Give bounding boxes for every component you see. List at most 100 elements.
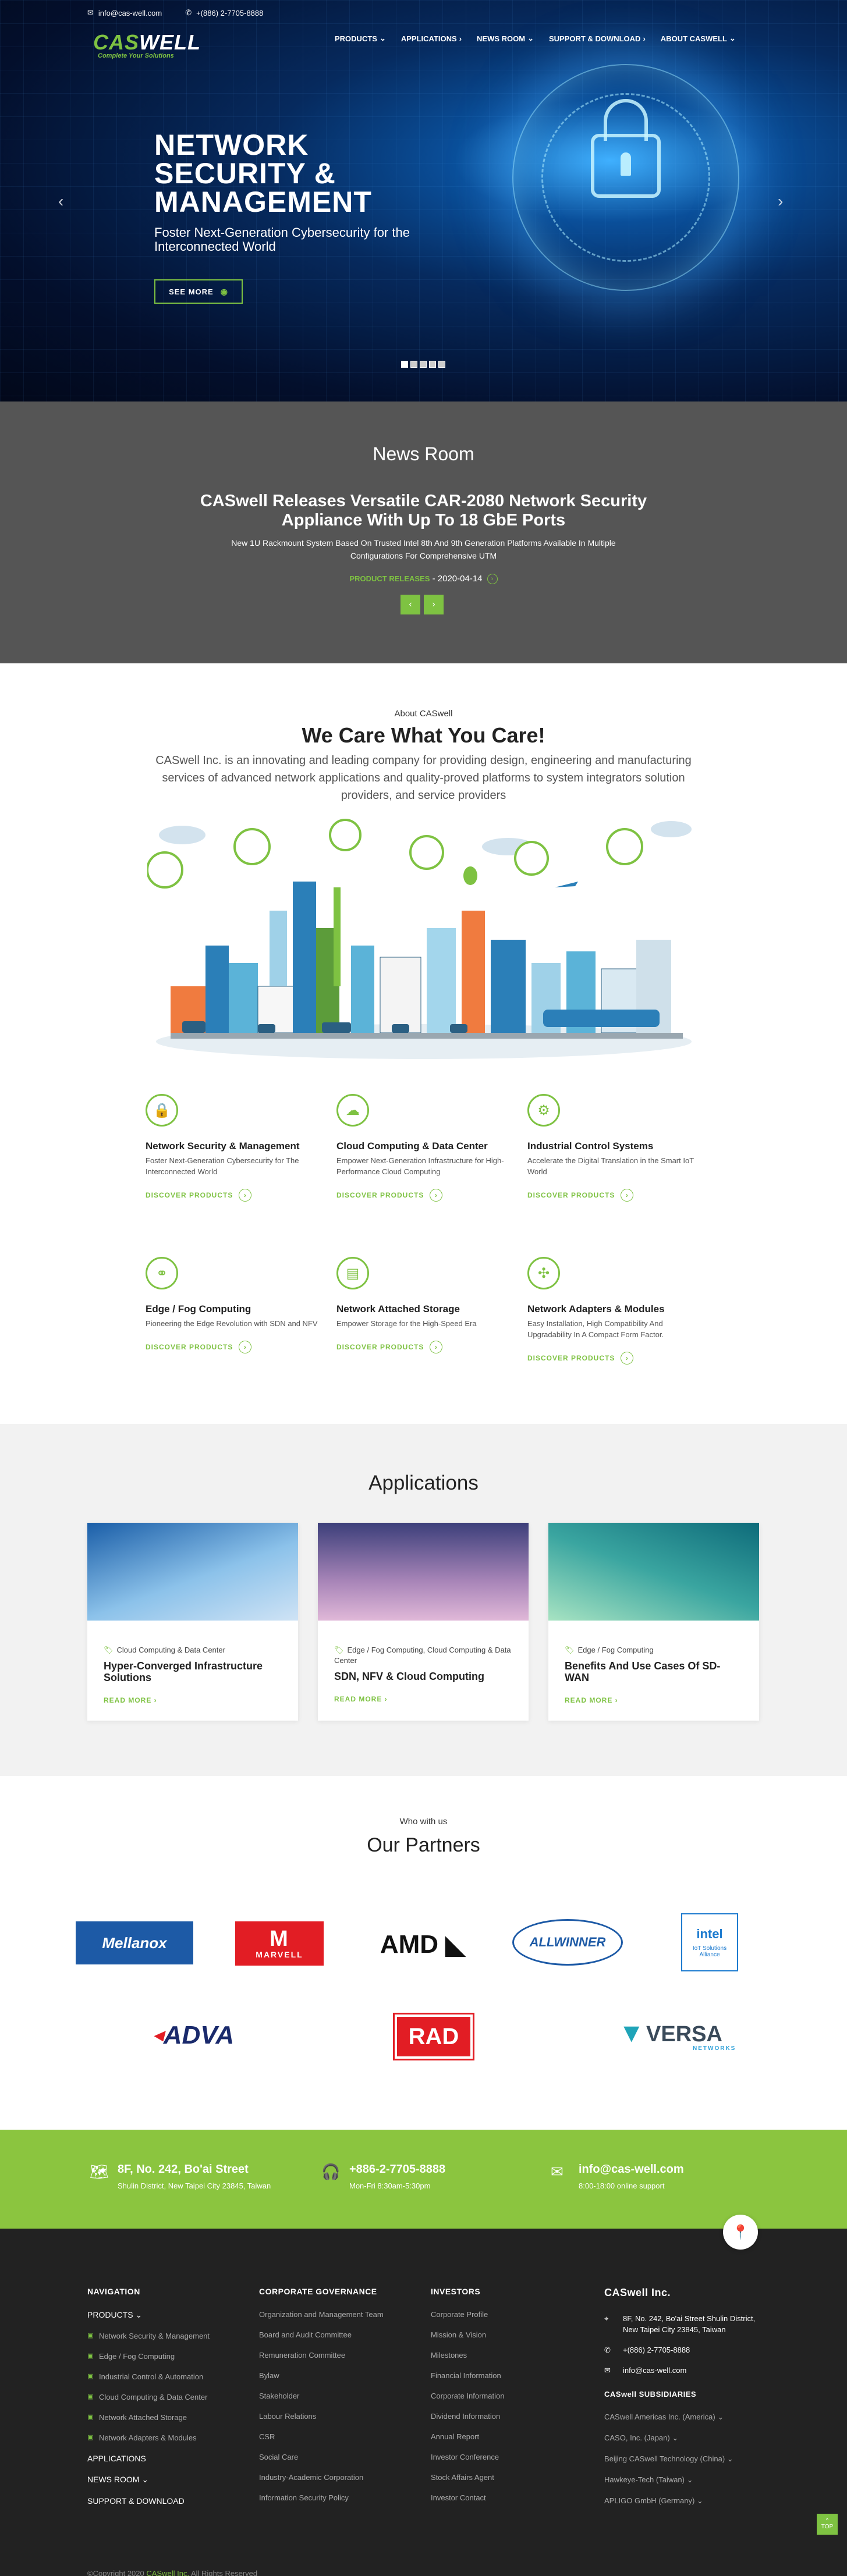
footer-link[interactable]: Dividend Information — [431, 2412, 504, 2421]
partner-logo-amd[interactable]: AMD ◣ — [370, 1927, 475, 1962]
footer-sublink[interactable]: Network Security & Management — [87, 2332, 210, 2340]
footer-link-applications[interactable]: APPLICATIONS — [87, 2454, 210, 2463]
read-more-link[interactable]: READ MORE › — [104, 1696, 282, 1704]
application-card[interactable]: 🏷 Edge / Fog Computing, Cloud Computing &… — [318, 1523, 529, 1721]
slider-dot[interactable] — [401, 361, 408, 368]
footer-link[interactable]: Corporate Profile — [431, 2310, 504, 2319]
footer-link[interactable]: Investor Conference — [431, 2453, 504, 2461]
tag-icon: 🏷 — [104, 1646, 114, 1654]
application-title[interactable]: Benefits And Use Cases Of SD-WAN — [565, 1660, 743, 1683]
discover-products-link[interactable]: DISCOVER PRODUCTS › — [146, 1189, 320, 1202]
partner-logo-adva[interactable]: ◀ ADVA — [133, 2018, 255, 2053]
partner-logo-allwinner[interactable]: ALLWINNER — [512, 1919, 623, 1966]
footer-phone[interactable]: ✆ +(886) 2-7705-8888 — [604, 2344, 761, 2355]
nav-products[interactable]: PRODUCTS ⌄ — [335, 34, 386, 43]
footer-link-products[interactable]: PRODUCTS ⌄ — [87, 2310, 210, 2320]
service-title[interactable]: Network Attached Storage — [336, 1303, 511, 1314]
footer-link[interactable]: Investor Contact — [431, 2493, 504, 2502]
footer-link[interactable]: Stakeholder — [259, 2392, 384, 2400]
slider-dot[interactable] — [438, 361, 445, 368]
discover-products-link[interactable]: DISCOVER PRODUCTS › — [336, 1189, 511, 1202]
footer-subsidiary[interactable]: APLIGO GmbH (Germany) ⌄ — [604, 2496, 761, 2506]
footer-link[interactable]: Annual Report — [431, 2432, 504, 2441]
footer-link-support[interactable]: SUPPORT & DOWNLOAD — [87, 2496, 210, 2506]
application-title[interactable]: SDN, NFV & Cloud Computing — [334, 1671, 512, 1682]
contact-phone-link[interactable]: +886-2-7705-8888 — [349, 2163, 445, 2176]
service-network-storage: ▤ Network Attached Storage Empower Stora… — [336, 1257, 511, 1353]
footer-link[interactable]: Corporate Information — [431, 2392, 504, 2400]
service-title[interactable]: Industrial Control Systems — [527, 1140, 702, 1152]
map-pin-button[interactable]: 📍 — [723, 2215, 758, 2250]
footer-heading: CORPORATE GOVERNANCE — [259, 2287, 377, 2296]
application-card[interactable]: 🏷 Edge / Fog Computing Benefits And Use C… — [548, 1523, 759, 1721]
service-title[interactable]: Network Security & Management — [146, 1140, 320, 1152]
hero-prev-arrow[interactable]: ‹ — [58, 192, 63, 211]
slider-dot[interactable] — [429, 361, 436, 368]
service-title[interactable]: Edge / Fog Computing — [146, 1303, 320, 1314]
slider-dot[interactable] — [420, 361, 427, 368]
footer-company-name: CASwell Inc. — [604, 2287, 671, 2298]
discover-products-link[interactable]: DISCOVER PRODUCTS › — [336, 1341, 511, 1353]
arrow-right-icon[interactable]: › — [487, 574, 498, 585]
discover-products-link[interactable]: DISCOVER PRODUCTS › — [146, 1341, 320, 1353]
footer-link[interactable]: Labour Relations — [259, 2412, 384, 2421]
partner-logo-marvell[interactable]: M MARVELL — [235, 1921, 324, 1966]
phone-icon: ✆ — [604, 2346, 611, 2354]
application-title[interactable]: Hyper-Converged Infrastructure Solutions — [104, 1660, 282, 1683]
footer-link[interactable]: Board and Audit Committee — [259, 2330, 384, 2339]
footer-link[interactable]: Information Security Policy — [259, 2493, 384, 2502]
news-headline[interactable]: CASwell Releases Versatile CAR-2080 Netw… — [175, 492, 672, 530]
back-to-top-button[interactable]: ⌃ TOP — [817, 2514, 838, 2535]
read-more-link[interactable]: READ MORE › — [565, 1696, 743, 1704]
see-more-button[interactable]: SEE MORE ◉ — [154, 279, 243, 304]
footer-link[interactable]: Organization and Management Team — [259, 2310, 384, 2319]
footer-subsidiary[interactable]: CASwell Americas Inc. (America) ⌄ — [604, 2412, 761, 2422]
partner-logo-mellanox[interactable]: Mellanox — [76, 1921, 193, 1964]
nav-applications[interactable]: APPLICATIONS › — [401, 34, 462, 43]
topbar-phone[interactable]: ✆ +(886) 2-7705-8888 — [185, 8, 263, 17]
contact-address: 🗺 8F, No. 242, Bo'ai Street Shulin Distr… — [90, 2163, 271, 2190]
footer-link[interactable]: Social Care — [259, 2453, 384, 2461]
footer-email[interactable]: ✉ info@cas-well.com — [604, 2365, 761, 2376]
footer-link[interactable]: Remuneration Committee — [259, 2351, 384, 2360]
footer-link[interactable]: Bylaw — [259, 2371, 384, 2380]
partner-logo-rad[interactable]: RAD — [393, 2013, 474, 2060]
nav-support-download[interactable]: SUPPORT & DOWNLOAD › — [549, 34, 646, 43]
arrow-right-icon: › — [239, 1189, 252, 1202]
discover-products-link[interactable]: DISCOVER PRODUCTS › — [527, 1352, 702, 1365]
footer-sublink[interactable]: Cloud Computing & Data Center — [87, 2393, 210, 2401]
footer-sublink[interactable]: Network Adapters & Modules — [87, 2433, 210, 2442]
topbar-email[interactable]: ✉ info@cas-well.com — [87, 8, 162, 17]
read-more-link[interactable]: READ MORE › — [334, 1695, 512, 1703]
footer-link[interactable]: Industry-Academic Corporation — [259, 2473, 384, 2482]
footer-link[interactable]: Stock Affairs Agent — [431, 2473, 504, 2482]
footer-sublink[interactable]: Industrial Control & Automation — [87, 2372, 210, 2381]
news-next-button[interactable]: › — [424, 595, 444, 614]
about-kicker: About CASwell — [394, 709, 453, 719]
footer-sublink[interactable]: Edge / Fog Computing — [87, 2352, 210, 2361]
discover-products-link[interactable]: DISCOVER PRODUCTS › — [527, 1189, 702, 1202]
service-title[interactable]: Cloud Computing & Data Center — [336, 1140, 511, 1152]
hero-next-arrow[interactable]: › — [778, 192, 783, 211]
contact-email-link[interactable]: info@cas-well.com — [579, 2163, 684, 2176]
application-card[interactable]: 🏷 Cloud Computing & Data Center Hyper-Con… — [87, 1523, 298, 1721]
slider-dot[interactable] — [410, 361, 417, 368]
footer-link[interactable]: CSR — [259, 2432, 384, 2441]
footer-link[interactable]: Financial Information — [431, 2371, 504, 2380]
industry-icon: ⚙ — [527, 1094, 560, 1127]
site-logo[interactable]: CASWELL Complete Your Solutions — [93, 30, 201, 59]
nav-about-caswell[interactable]: ABOUT CASWELL ⌄ — [661, 34, 736, 43]
footer-subsidiary[interactable]: CASO, Inc. (Japan) ⌄ — [604, 2433, 761, 2443]
partner-logo-intel-iot[interactable]: intel IoT Solutions Alliance — [681, 1913, 738, 1971]
news-category[interactable]: PRODUCT RELEASES — [349, 574, 430, 583]
footer-subsidiary[interactable]: Beijing CASwell Technology (China) ⌄ — [604, 2454, 761, 2464]
nav-news-room[interactable]: NEWS ROOM ⌄ — [477, 34, 534, 43]
footer-link[interactable]: Mission & Vision — [431, 2330, 504, 2339]
footer-sublink[interactable]: Network Attached Storage — [87, 2413, 210, 2422]
service-title[interactable]: Network Adapters & Modules — [527, 1303, 702, 1314]
news-prev-button[interactable]: ‹ — [401, 595, 420, 614]
contact-phone: 🎧 +886-2-7705-8888 Mon-Fri 8:30am-5:30pm — [321, 2163, 446, 2190]
footer-subsidiary[interactable]: Hawkeye-Tech (Taiwan) ⌄ — [604, 2475, 761, 2485]
footer-link[interactable]: Milestones — [431, 2351, 504, 2360]
footer-link-news-room[interactable]: NEWS ROOM ⌄ — [87, 2475, 210, 2485]
